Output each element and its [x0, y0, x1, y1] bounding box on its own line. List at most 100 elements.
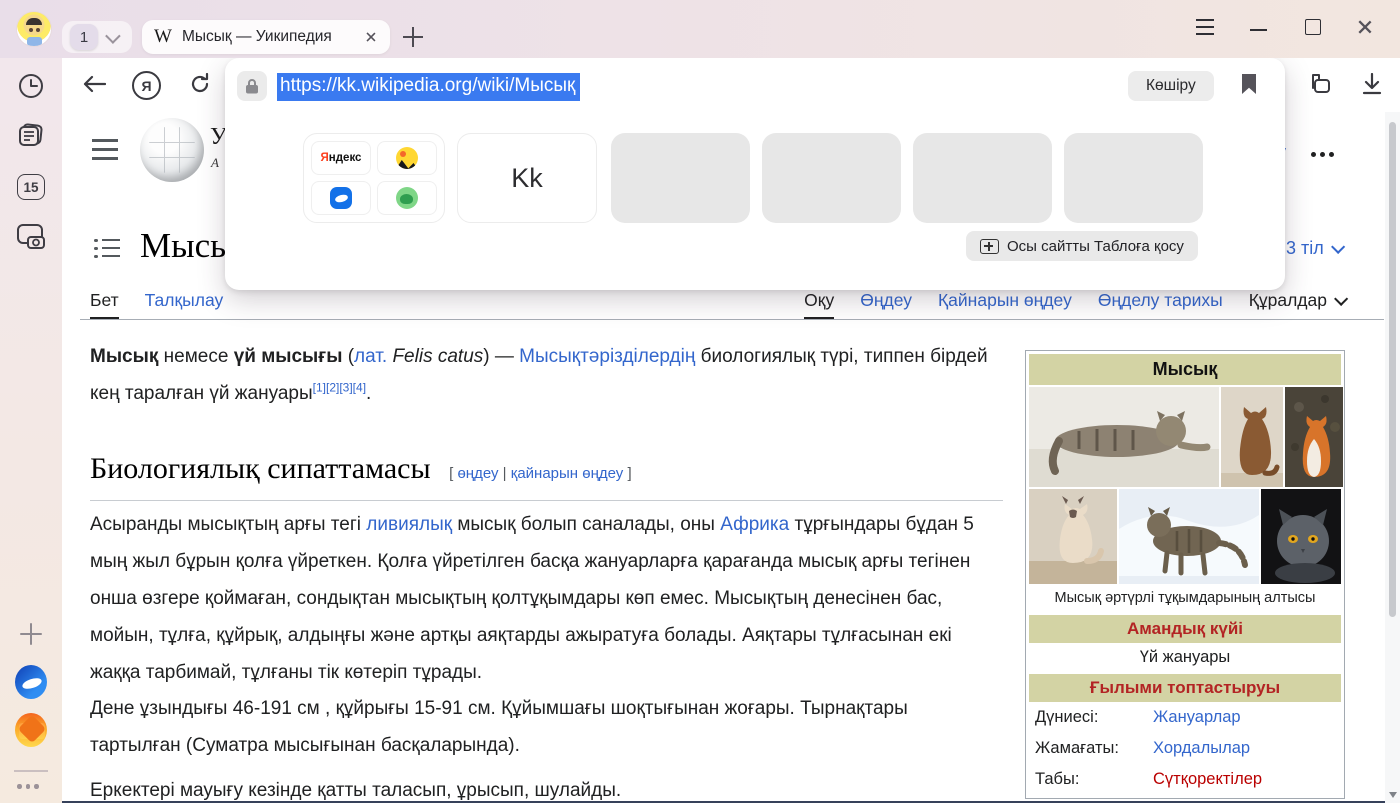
notes-icon[interactable]	[15, 120, 47, 152]
cat-photo-lying-tabby[interactable]	[1029, 387, 1219, 487]
refresh-icon[interactable]	[186, 70, 214, 98]
scrollbar-thumb[interactable]	[1389, 122, 1396, 617]
tab-history[interactable]: Өңделу тарихы	[1098, 290, 1223, 311]
infobox-row-kingdom: Дүниесі: Жануарлар	[1029, 702, 1341, 733]
page-tabs-left: Бет Талқылау	[90, 290, 223, 311]
tablo-tile-kk-wikipedia[interactable]: Kk	[457, 133, 597, 223]
tablo-tile-empty[interactable]	[913, 133, 1052, 223]
language-selector[interactable]: 3 тіл	[1286, 238, 1341, 259]
cat-photo-snow-tabby[interactable]	[1119, 489, 1259, 584]
link-mammals[interactable]: Сүтқоректілер	[1153, 770, 1262, 789]
infobox-classification-header: Ғылыми топтастыруы	[1029, 674, 1341, 702]
profile-avatar[interactable]	[16, 11, 52, 47]
infobox-caption: Мысық әртүрлі тұқымдарының алтысы	[1029, 584, 1341, 613]
yandex-images-tile[interactable]	[377, 141, 437, 175]
tablo-tile-empty[interactable]	[1064, 133, 1203, 223]
omnibox-dropdown-panel: https://kk.wikipedia.org/wiki/Мысық Көші…	[225, 58, 1285, 290]
screenshot-icon[interactable]	[15, 221, 47, 253]
lead-paragraph: Мысық немесе үй мысығы (лат. Felis catus…	[90, 338, 995, 412]
page-scrollbar[interactable]	[1385, 112, 1400, 803]
green-service-icon	[396, 187, 418, 209]
chevron-down-icon	[1334, 292, 1348, 306]
body-paragraph: Дене ұзындығы 46-191 см , құйрығы 15-91 …	[90, 690, 995, 764]
tab-group-counter[interactable]: 1	[62, 21, 132, 53]
cat-photo-gray-cat[interactable]	[1261, 489, 1341, 584]
infobox-image-row	[1029, 489, 1341, 584]
tab-count-badge: 1	[70, 24, 98, 50]
contents-list-icon[interactable]	[94, 239, 122, 261]
edit-source-link[interactable]: қайнарын өңдеу	[511, 465, 624, 482]
maximize-button[interactable]	[1300, 14, 1326, 40]
wikipedia-tagline-fragment: А	[211, 155, 219, 171]
yandex-services-tile[interactable]: Яндекс	[311, 141, 371, 175]
tablo-tile-empty[interactable]	[762, 133, 901, 223]
close-button[interactable]	[1354, 16, 1380, 42]
tab-close-icon[interactable]	[365, 31, 376, 42]
add-to-tablo-button[interactable]: Осы сайтты Таблоға қосу	[966, 231, 1198, 261]
tab-tools[interactable]: Құралдар	[1249, 290, 1344, 311]
alice-browser-icon[interactable]	[15, 666, 47, 698]
url-input-selected[interactable]: https://kk.wikipedia.org/wiki/Мысық	[277, 73, 580, 101]
tab-talk[interactable]: Талқылау	[145, 290, 224, 311]
yandex-search-icon[interactable]: Я	[132, 71, 161, 100]
link-latin[interactable]: лат.	[354, 346, 387, 367]
link-animals[interactable]: Жануарлар	[1153, 708, 1241, 727]
link-libyan-cat[interactable]: ливиялық	[366, 514, 452, 535]
sidebar-add-icon[interactable]	[15, 618, 47, 650]
reference-links[interactable]: [1][2][3][4]	[313, 381, 366, 395]
yandex-green-service-tile[interactable]	[377, 181, 437, 215]
body-paragraph: Асыранды мысықтың арғы тегі ливиялық мыс…	[90, 506, 995, 691]
chevron-down-icon	[105, 28, 121, 44]
sidebar-divider	[14, 770, 48, 772]
bookmark-icon[interactable]	[1241, 73, 1257, 95]
downloads-icon[interactable]	[1358, 70, 1386, 98]
yandex-disk-icon	[330, 187, 352, 209]
yandex-mail-icon[interactable]	[15, 714, 47, 746]
link-felidae[interactable]: Мысықтәрізділердің	[519, 346, 695, 367]
sidebar-more-icon[interactable]	[17, 784, 39, 789]
calendar-icon[interactable]: 15	[15, 171, 47, 203]
more-options-icon[interactable]	[1311, 152, 1334, 157]
tabs-divider	[80, 319, 1384, 320]
infobox-health-header: Амандық күйі	[1029, 615, 1341, 643]
tab-read[interactable]: Оқу	[804, 290, 834, 311]
history-icon[interactable]	[15, 70, 47, 102]
cat-photo-abyssinian[interactable]	[1221, 387, 1283, 487]
infobox-title: Мысық	[1029, 354, 1341, 385]
collections-icon[interactable]	[1304, 70, 1332, 98]
yandex-images-icon	[396, 147, 418, 169]
infobox-row-class: Табы: Сүтқоректілер	[1029, 764, 1341, 795]
section-divider	[90, 500, 1003, 501]
browser-menu-icon[interactable]	[1192, 14, 1218, 40]
browser-tab-active[interactable]: W Мысық — Уикипедия	[142, 20, 390, 54]
tab-title: Мысық — Уикипедия	[182, 28, 354, 46]
section-heading: Биологиялық сипаттамасы	[90, 452, 431, 485]
infobox-row-phylum: Жамағаты: Хордалылар	[1029, 733, 1341, 764]
section-edit-links: [ өңдеу | қайнарын өңдеу ]	[449, 465, 632, 482]
edit-link[interactable]: өңдеу	[457, 465, 498, 482]
tab-edit-source[interactable]: Қайнарын өңдеу	[938, 290, 1072, 311]
infobox-health-value: Үй жануары	[1029, 643, 1341, 672]
tab-edit[interactable]: Өңдеу	[860, 290, 912, 311]
scroll-down-arrow-icon[interactable]	[1389, 792, 1397, 798]
add-plus-icon	[980, 239, 999, 254]
wikipedia-favicon: W	[154, 26, 172, 48]
cat-photo-orange-white[interactable]	[1285, 387, 1343, 487]
minimize-button[interactable]	[1246, 14, 1272, 40]
back-icon[interactable]	[80, 70, 108, 98]
link-africa[interactable]: Африка	[720, 514, 789, 535]
wikipedia-globe-logo[interactable]	[140, 118, 204, 182]
body-paragraph: Еркектері мауығу кезінде қатты таласып, …	[90, 772, 995, 803]
tablo-tile-group-yandex[interactable]: Яндекс	[303, 133, 445, 223]
yandex-disk-tile[interactable]	[311, 181, 371, 215]
tablo-tile-empty[interactable]	[611, 133, 750, 223]
ssl-lock-icon[interactable]	[237, 71, 267, 101]
copy-url-button[interactable]: Көшіру	[1128, 71, 1214, 101]
page-tabs-right: Оқу Өңдеу Қайнарын өңдеу Өңделу тарихы Қ…	[804, 290, 1344, 311]
cat-photo-siamese[interactable]	[1029, 489, 1117, 584]
new-tab-button[interactable]	[400, 24, 426, 50]
tab-page[interactable]: Бет	[90, 290, 119, 311]
wiki-menu-button[interactable]	[92, 139, 118, 161]
chevron-down-icon	[1331, 240, 1345, 254]
link-chordata[interactable]: Хордалылар	[1153, 739, 1250, 758]
